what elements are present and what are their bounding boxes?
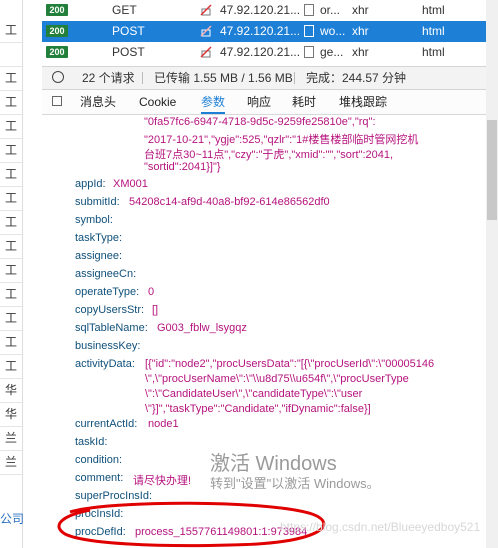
param-value-line: "sortid":2041}]"} xyxy=(144,161,221,173)
left-char: 工 xyxy=(0,234,22,259)
request-cause: xhr xyxy=(352,24,369,38)
param-key-tasktype: taskType: xyxy=(75,232,123,244)
param-key-operatetype: operateType: xyxy=(75,286,140,298)
panel-toggle-icon[interactable] xyxy=(52,96,62,106)
divider xyxy=(294,72,295,84)
param-value-line: \",\"procUserName\":\"\\u8d75\\u654f\",\… xyxy=(145,373,409,385)
left-char: 工 xyxy=(0,138,22,163)
param-key-currentactid: currentActId: xyxy=(75,418,138,430)
param-key-businesskey: businessKey: xyxy=(75,340,141,352)
tab-params[interactable]: 参数 xyxy=(201,90,226,114)
request-type: html xyxy=(422,45,445,59)
tab-response[interactable]: 响应 xyxy=(247,90,271,114)
request-count: 22 个请求 xyxy=(82,71,135,85)
request-cause: xhr xyxy=(352,3,369,17)
tab-headers[interactable]: 消息头 xyxy=(80,90,116,114)
insecure-lock-icon xyxy=(200,4,212,16)
param-key-condition: condition: xyxy=(75,454,123,466)
left-char: 工 xyxy=(0,210,22,235)
request-file: wo... xyxy=(320,24,346,38)
transferred-size: 已传输 1.55 MB / 1.56 MB xyxy=(154,71,293,85)
blog-watermark: https://blog.csdn.net/Blueeyedboy521 xyxy=(280,520,481,534)
request-cause: xhr xyxy=(352,45,369,59)
status-badge: 200 xyxy=(46,46,68,58)
left-char: 工 xyxy=(0,90,22,115)
left-page-strip: 工 工 工 工 工 工 工 工 工 工 工 工 工 工 华 华 兰 兰 xyxy=(0,0,23,548)
finish-time: 完成：244.57 分钟 xyxy=(306,71,407,85)
status-badge: 200 xyxy=(46,25,68,37)
param-value-line: [{"id":"node2","procUsersData":"[{\"proc… xyxy=(145,358,435,370)
request-list: 200 GET 47.92.120.21... or... xhr html 2… xyxy=(42,0,488,64)
left-char: 工 xyxy=(0,282,22,307)
request-type: html xyxy=(422,3,445,17)
scrollbar-thumb[interactable] xyxy=(487,120,497,220)
left-char: 工 xyxy=(0,354,22,379)
left-char: 工 xyxy=(0,162,22,187)
insecure-lock-icon xyxy=(200,46,212,58)
left-char: 工 xyxy=(0,330,22,355)
request-row[interactable]: 200 GET 47.92.120.21... or... xhr html xyxy=(42,0,488,21)
activate-windows-subtext: 转到"设置"以激活 Windows。 xyxy=(210,476,380,491)
param-key-assigneecn: assigneeCn: xyxy=(75,268,137,280)
param-value-sqltablename: G003_fblw_lsygqz xyxy=(157,322,247,334)
left-char xyxy=(0,42,22,67)
left-char: 华 xyxy=(0,378,22,403)
param-value-appid: XM001 xyxy=(113,178,148,190)
timer-icon xyxy=(52,71,64,83)
param-key-submitid: submitId: xyxy=(75,196,120,208)
param-value-line: 台班7点30~11点","czy":"于虎","xmid":"","sort":… xyxy=(144,149,394,161)
param-value-line: "2017-10-21","ygje":525,"qzlr":"1#楼售楼部临时… xyxy=(144,134,419,146)
param-key-assignee: assignee: xyxy=(75,250,123,262)
file-icon xyxy=(304,25,314,37)
param-key-symbol: symbol: xyxy=(75,214,113,226)
left-char: 工 xyxy=(0,66,22,91)
param-key-activitydata: activityData: xyxy=(75,358,135,370)
vertical-scrollbar[interactable] xyxy=(486,0,498,548)
network-summary-bar: 22 个请求 已传输 1.55 MB / 1.56 MB 完成：244.57 分… xyxy=(42,66,488,90)
param-value-line: \":\"CandidateUser\",\"candidateType\":\… xyxy=(145,388,363,400)
param-key-taskid: taskId: xyxy=(75,436,108,448)
param-value-submitid: 54208c14-af9d-40a8-bf92-614e86562df0 xyxy=(129,196,330,208)
request-method: POST xyxy=(112,45,145,59)
param-value-line: "0fa57fc6-6947-4718-9d5c-9259fe25810e","… xyxy=(144,116,376,128)
request-row[interactable]: 200 POST 47.92.120.21... ge... xhr html xyxy=(42,42,488,63)
request-method: GET xyxy=(112,3,137,17)
left-char: 华 xyxy=(0,402,22,427)
left-char: 兰 xyxy=(0,450,22,475)
left-char: 兰 xyxy=(0,426,22,451)
param-key-copyusersstr: copyUsersStr: xyxy=(75,304,145,316)
tab-timings[interactable]: 耗时 xyxy=(292,90,316,114)
param-key-appid: appId: xyxy=(75,178,106,190)
insecure-lock-icon xyxy=(200,25,212,37)
detail-tabs: 消息头 Cookie 参数 响应 耗时 堆栈跟踪 xyxy=(42,90,488,115)
param-value-comment: 请尽快办理! xyxy=(133,475,192,487)
request-domain: 47.92.120.21... xyxy=(220,45,301,59)
divider xyxy=(142,72,143,84)
left-char: 工 xyxy=(0,114,22,139)
left-char: 工 xyxy=(0,306,22,331)
param-key-comment: comment: xyxy=(75,472,124,484)
left-char: 工 xyxy=(0,18,22,43)
param-value-line: \"}]","taskType":"Candidate","ifDynamic"… xyxy=(145,403,371,415)
left-char: 工 xyxy=(0,258,22,283)
file-icon xyxy=(304,4,314,16)
request-domain: 47.92.120.21... xyxy=(220,24,301,38)
status-badge: 200 xyxy=(46,4,68,16)
request-row-selected[interactable]: 200 POST 47.92.120.21... wo... xhr html xyxy=(42,21,488,42)
tab-cookie[interactable]: Cookie xyxy=(139,90,176,114)
company-link[interactable]: 公司 xyxy=(0,510,30,527)
request-file: ge... xyxy=(320,45,344,59)
request-type: html xyxy=(422,24,445,38)
request-domain: 47.92.120.21... xyxy=(220,3,301,17)
param-value-copyusersstr: [] xyxy=(152,304,159,316)
param-key-sqltablename: sqlTableName: xyxy=(75,322,148,334)
param-value-currentactid: node1 xyxy=(148,418,179,430)
file-icon xyxy=(304,46,314,58)
param-value-operatetype: 0 xyxy=(148,286,155,298)
activate-windows-watermark: 激活 Windows xyxy=(210,453,337,475)
request-method: POST xyxy=(112,24,145,38)
left-char: 工 xyxy=(0,186,22,211)
request-file: or... xyxy=(320,3,341,17)
tab-stack-trace[interactable]: 堆栈跟踪 xyxy=(339,90,387,114)
